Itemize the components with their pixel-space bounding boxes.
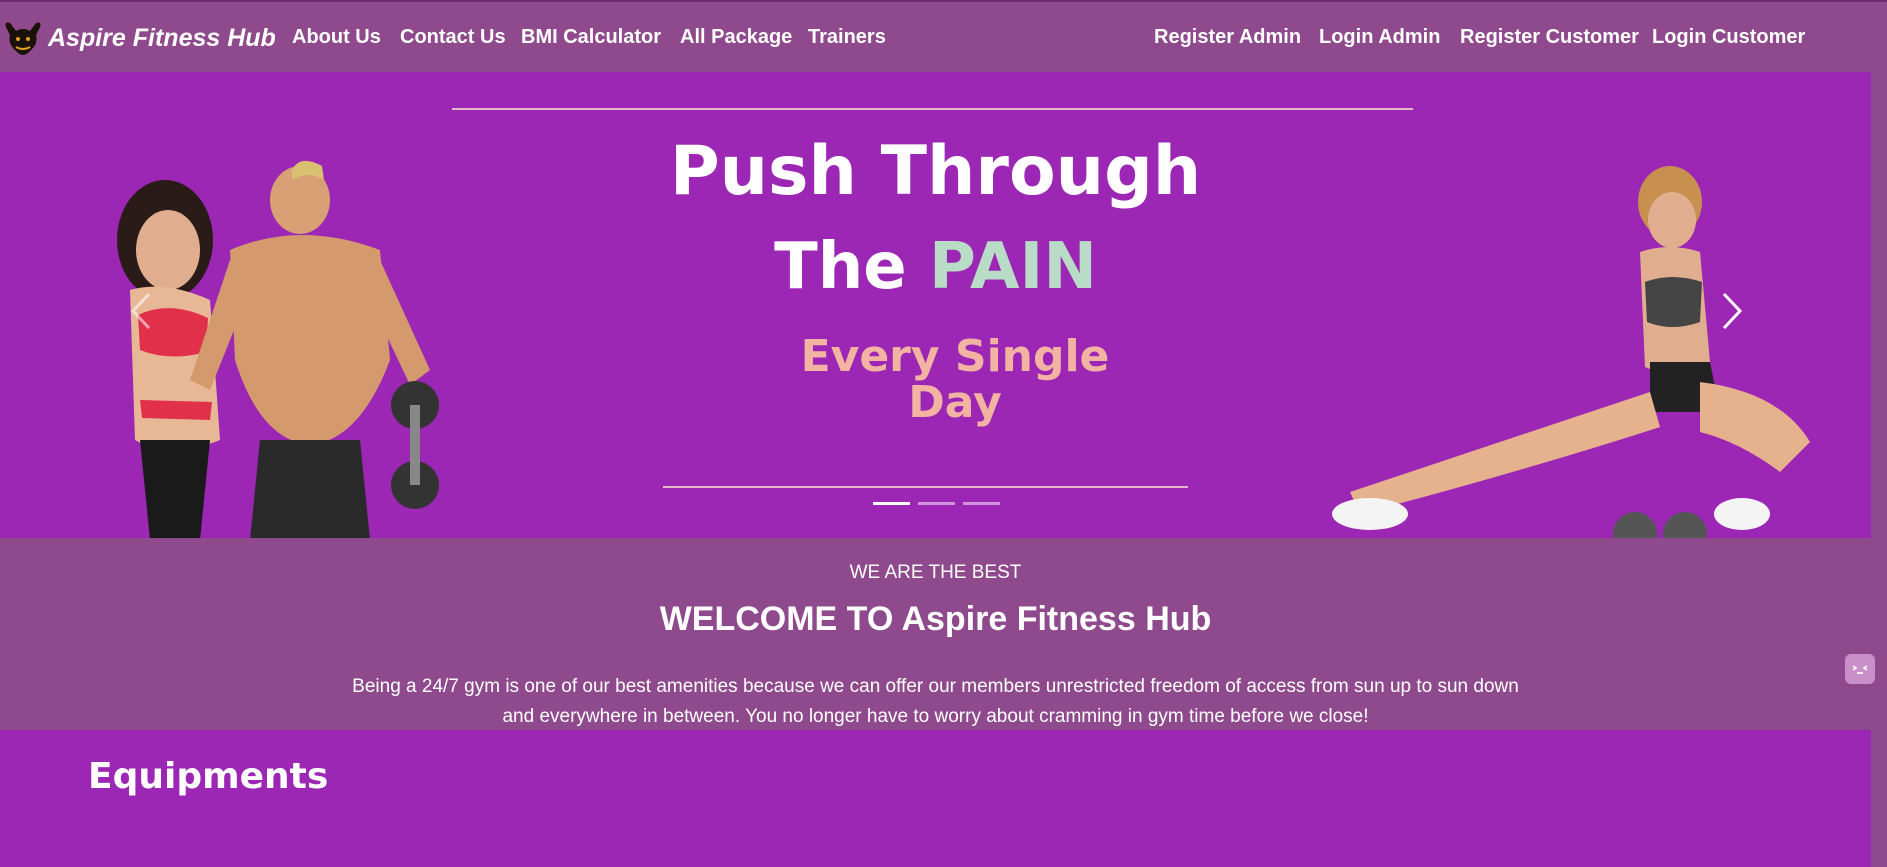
nav-about-us[interactable]: About Us xyxy=(292,26,381,49)
nav-trainers[interactable]: Trainers xyxy=(808,26,886,49)
hero-bottom-line xyxy=(663,486,1188,488)
hero-line-1: Push Through xyxy=(669,132,1202,211)
chevron-left-icon[interactable] xyxy=(121,286,161,336)
nav-login-admin[interactable]: Login Admin xyxy=(1319,26,1440,49)
welcome-section: WE ARE THE BEST WELCOME TO Aspire Fitnes… xyxy=(0,538,1887,730)
nav-all-package[interactable]: All Package xyxy=(680,26,792,49)
welcome-text-line-2: and everywhere in between. You no longer… xyxy=(502,706,1369,727)
nav-register-admin[interactable]: Register Admin xyxy=(1154,26,1301,49)
hero-top-line xyxy=(452,108,1413,110)
chat-widget-button[interactable] xyxy=(1845,654,1875,684)
hero-carousel: Push Through The PAIN Every Single Day xyxy=(0,72,1871,538)
hero-line-2: The PAIN xyxy=(0,230,1871,304)
equipments-title: Equipments xyxy=(88,756,329,797)
brand[interactable]: Aspire Fitness Hub xyxy=(2,16,276,60)
nav-register-customer[interactable]: Register Customer xyxy=(1460,26,1639,49)
equipments-section: Equipments xyxy=(0,730,1871,867)
welcome-text-line-1: Being a 24/7 gym is one of our best amen… xyxy=(352,676,1519,697)
hero-tagline-line-2: Day xyxy=(908,377,1002,428)
chat-face-icon xyxy=(1852,665,1868,674)
hero-line-2-highlight: PAIN xyxy=(928,230,1097,304)
navbar: Aspire Fitness Hub About Us Contact Us B… xyxy=(0,0,1887,72)
chevron-right-icon[interactable] xyxy=(1712,286,1752,336)
carousel-indicators xyxy=(873,502,1000,505)
carousel-indicator-1[interactable] xyxy=(873,502,910,505)
welcome-title: WELCOME TO Aspire Fitness Hub xyxy=(659,600,1212,638)
carousel-indicator-3[interactable] xyxy=(963,502,1000,505)
nav-bmi-calculator[interactable]: BMI Calculator xyxy=(521,26,661,49)
hero-tagline-line-1: Every Single xyxy=(800,331,1110,382)
muscle-bull-logo-icon xyxy=(5,22,41,55)
welcome-subtitle: WE ARE THE BEST xyxy=(849,562,1022,583)
nav-login-customer[interactable]: Login Customer xyxy=(1652,26,1805,49)
hero-line-2-prefix: The xyxy=(774,230,907,304)
nav-contact-us[interactable]: Contact Us xyxy=(400,26,506,49)
hero-tagline: Every Single Day xyxy=(0,334,1871,426)
carousel-indicator-2[interactable] xyxy=(918,502,955,505)
brand-name: Aspire Fitness Hub xyxy=(48,23,276,52)
welcome-text: Being a 24/7 gym is one of our best amen… xyxy=(300,672,1571,732)
